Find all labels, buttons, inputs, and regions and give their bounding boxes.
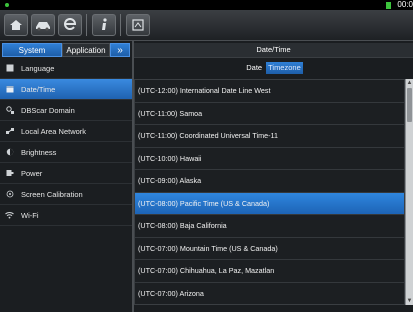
screenshot-icon (132, 19, 144, 31)
scroll-down-icon[interactable]: ▼ (406, 297, 413, 305)
sidebar-item-label: Local Area Network (21, 126, 87, 136)
content-panel: Date/Time Date Timezone (UTC-12:00) Inte… (134, 41, 413, 312)
sidebar-item-brightness[interactable]: Brightness (0, 142, 132, 163)
sidebar-item-label: Language (21, 63, 55, 73)
top-toolbar (0, 10, 413, 41)
status-clock: 00:0 (397, 0, 413, 9)
sidebar-item-label: Wi-Fi (21, 210, 39, 220)
calibration-icon (5, 190, 14, 199)
scroll-thumb[interactable] (407, 88, 412, 122)
info-icon (102, 18, 107, 30)
timezone-list[interactable]: (UTC-12:00) International Date Line West… (134, 79, 405, 305)
settings-sidebar: System Application » Language Date/Time (0, 41, 134, 312)
timezone-row[interactable]: (UTC-07:00) Arizona (135, 283, 404, 305)
timezone-row[interactable]: (UTC-11:00) Coordinated Universal Time-1… (135, 125, 404, 148)
car-button[interactable] (31, 14, 55, 36)
sidebar-item-label: Date/Time (21, 84, 56, 94)
power-icon (5, 169, 14, 178)
toolbar-divider (86, 14, 87, 36)
timezone-row[interactable]: (UTC-07:00) Chihuahua, La Paz, Mazatlan (135, 260, 404, 283)
language-icon (5, 64, 14, 73)
notification-dot-icon (5, 3, 9, 7)
sidebar-item-label: DBScar Domain (21, 105, 75, 115)
brightness-icon (5, 148, 14, 157)
sidebar-item-local-area-network[interactable]: Local Area Network (0, 121, 132, 142)
domain-icon (5, 106, 14, 115)
scroll-up-icon[interactable]: ▲ (406, 79, 413, 87)
car-icon (36, 22, 50, 31)
home-icon (10, 20, 22, 30)
status-bar: 00:0 (0, 0, 413, 10)
tab-system[interactable]: System (2, 43, 62, 57)
sidebar-tabs: System Application » (2, 43, 130, 57)
calendar-icon (5, 85, 14, 94)
tab-application[interactable]: Application (62, 43, 110, 57)
timezone-row[interactable]: (UTC-10:00) Hawaii (135, 148, 404, 170)
battery-icon (386, 2, 391, 9)
sidebar-list: Language Date/Time DBScar Domain Local A… (0, 58, 132, 226)
sidebar-item-power[interactable]: Power (0, 163, 132, 184)
timezone-row[interactable]: (UTC-09:00) Alaska (135, 170, 404, 193)
toolbar-divider (120, 14, 121, 36)
sidebar-item-screen-calibration[interactable]: Screen Calibration (0, 184, 132, 205)
screenshot-button[interactable] (126, 14, 150, 36)
sidebar-item-date-time[interactable]: Date/Time (0, 79, 132, 100)
date-time-tabs: Date Timezone (134, 61, 413, 75)
tab-more-button[interactable]: » (110, 43, 130, 57)
browser-button[interactable] (58, 14, 82, 36)
timezone-row[interactable]: (UTC-08:00) Baja California (135, 215, 404, 238)
timezone-row[interactable]: (UTC-08:00) Pacific Time (US & Canada) (135, 192, 404, 215)
sidebar-item-label: Screen Calibration (21, 189, 83, 199)
timezone-row[interactable]: (UTC-11:00) Samoa (135, 103, 404, 125)
wifi-icon (5, 211, 14, 220)
info-button[interactable] (92, 14, 116, 36)
tab-timezone[interactable]: Timezone (266, 62, 303, 74)
network-icon (5, 127, 14, 136)
page-title: Date/Time (134, 43, 413, 58)
tab-date[interactable]: Date (244, 62, 264, 74)
sidebar-item-label: Brightness (21, 147, 57, 157)
timezone-scrollbar[interactable]: ▲ ▼ (405, 79, 413, 305)
timezone-row[interactable]: (UTC-07:00) Mountain Time (US & Canada) (135, 238, 404, 260)
sidebar-item-label: Power (21, 168, 43, 178)
sidebar-item-wi-fi[interactable]: Wi-Fi (0, 205, 132, 226)
sidebar-item-language[interactable]: Language (0, 58, 132, 79)
sidebar-item-dbscar-domain[interactable]: DBScar Domain (0, 100, 132, 121)
browser-icon (64, 18, 77, 30)
main-area: System Application » Language Date/Time (0, 41, 413, 312)
timezone-row[interactable]: (UTC-12:00) International Date Line West (135, 80, 404, 103)
home-button[interactable] (4, 14, 28, 36)
